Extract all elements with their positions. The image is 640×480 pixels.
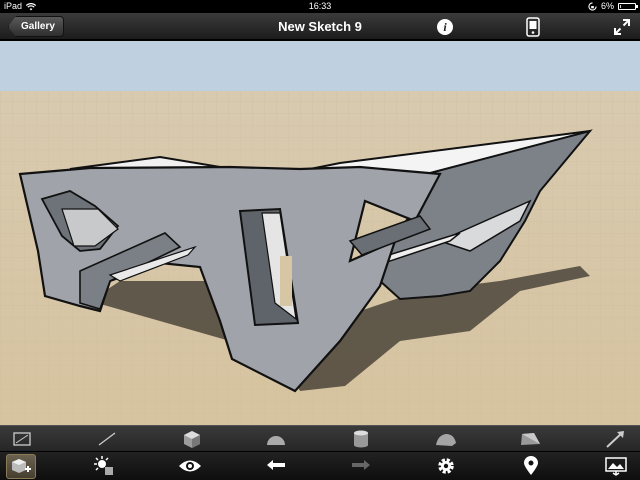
rectangle-tool[interactable]: [4, 426, 40, 451]
eye-icon: [179, 460, 201, 472]
cylinder-tool[interactable]: [343, 426, 379, 451]
3d-viewport[interactable]: [0, 41, 640, 425]
rotation-lock-icon: [588, 2, 597, 11]
view-button[interactable]: [172, 452, 208, 480]
undo-button[interactable]: [258, 452, 294, 480]
status-right: 6%: [588, 0, 638, 13]
battery-icon: [618, 3, 638, 10]
cylinder-icon: [354, 430, 368, 447]
location-pin-icon: [524, 456, 538, 475]
shape-toolbar: [0, 425, 640, 451]
box-tool[interactable]: [174, 426, 210, 451]
device-icon: [526, 17, 540, 37]
status-bar: iPad 16:33 6%: [0, 0, 640, 13]
undo-icon: [267, 460, 285, 470]
wedge-icon: [521, 432, 540, 445]
scene-canvas: [0, 41, 640, 425]
redo-button[interactable]: [343, 452, 379, 480]
info-button[interactable]: i: [434, 16, 456, 38]
lighting-button[interactable]: [87, 452, 123, 480]
box-icon: [184, 430, 200, 448]
sky: [0, 41, 640, 91]
organic-tool[interactable]: [428, 426, 464, 451]
device-view-button[interactable]: [522, 16, 544, 38]
arrow-tool[interactable]: [598, 426, 634, 451]
clock: 16:33: [308, 1, 332, 11]
dome-icon: [267, 435, 285, 445]
rock-icon: [436, 433, 456, 446]
line-tool[interactable]: [89, 426, 125, 451]
line-icon: [98, 431, 116, 446]
fullscreen-button[interactable]: [611, 16, 633, 38]
redo-icon: [352, 460, 370, 470]
battery-percent: 6%: [600, 1, 614, 11]
rectangle-icon: [13, 431, 31, 446]
image-export-icon: [605, 457, 627, 476]
info-icon: i: [437, 19, 453, 35]
settings-icon: [438, 458, 454, 474]
wedge-tool[interactable]: [512, 426, 548, 451]
model-center-window-gap: [280, 256, 292, 306]
export-image-button[interactable]: [598, 452, 634, 480]
lighting-icon: [94, 456, 113, 475]
add-layer-button[interactable]: [6, 454, 36, 479]
sketch-title: New Sketch 9: [278, 19, 362, 34]
location-button[interactable]: [513, 452, 549, 480]
expand-icon: [614, 19, 630, 35]
battery-fill: [620, 5, 621, 8]
arrow-icon: [606, 430, 624, 448]
action-toolbar: [0, 451, 640, 480]
dome-tool[interactable]: [258, 426, 294, 451]
add-layer-icon: [12, 458, 31, 473]
settings-button[interactable]: [428, 452, 464, 480]
nav-bar: Gallery New Sketch 9 i: [0, 13, 640, 40]
